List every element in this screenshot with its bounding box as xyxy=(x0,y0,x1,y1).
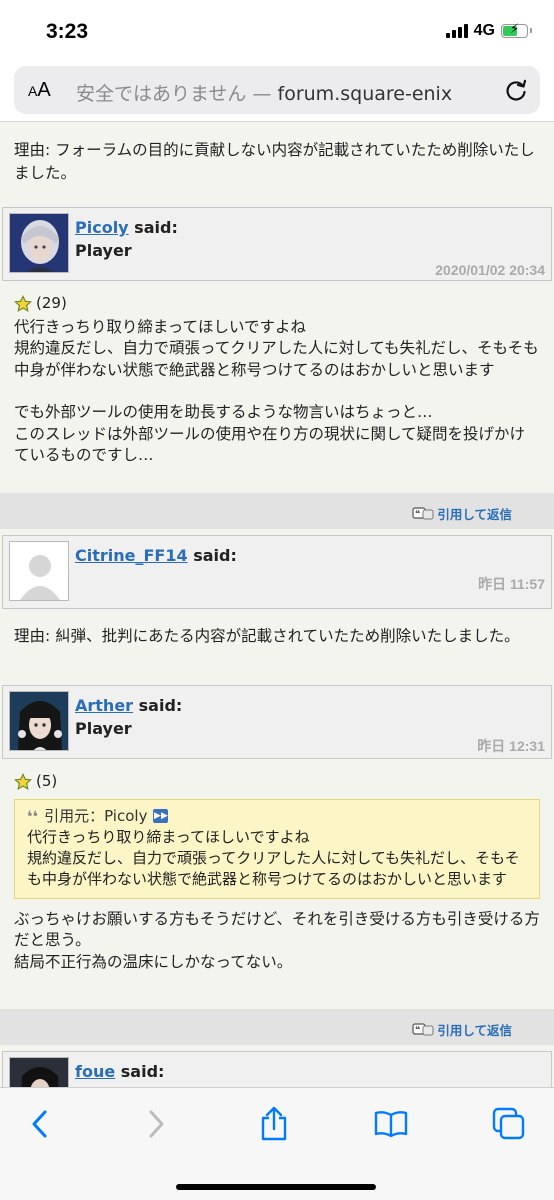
username-link[interactable]: foue xyxy=(75,1062,115,1081)
post-line: このスレッドは外部ツールの使用や在り方の現状に関して疑問を投げかけているものです… xyxy=(14,424,526,465)
star-icon xyxy=(14,772,32,790)
quote-box: ❛❛ 引用元：Picoly ▶▶ 代行きっちり取り締まってほしいですよね 規約違… xyxy=(14,798,540,899)
post-line: 規約違反だし、自力で頑張ってクリアした人に対しても失礼だし、そもそも中身が伴わな… xyxy=(14,339,539,379)
avatar[interactable] xyxy=(9,213,69,273)
share-button[interactable] xyxy=(254,1104,294,1144)
like-count[interactable]: (5) xyxy=(14,771,540,793)
svg-text:❝: ❝ xyxy=(415,509,420,519)
back-icon xyxy=(32,1110,47,1138)
username-link[interactable]: Picoly xyxy=(75,218,129,237)
svg-text:❝: ❝ xyxy=(415,1025,420,1035)
post-body: (5) ❛❛ 引用元：Picoly ▶▶ 代行きっちり取り締まってほしいですよね… xyxy=(0,759,554,1009)
quote-header: ❛❛ 引用元：Picoly ▶▶ xyxy=(27,806,527,827)
user-role: Player xyxy=(75,241,132,260)
bookmarks-button[interactable] xyxy=(371,1104,411,1144)
text-size-button[interactable]: AA xyxy=(28,79,51,102)
username-link[interactable]: Citrine_FF14 xyxy=(75,546,188,565)
avatar[interactable] xyxy=(9,691,69,751)
post-header-foue: foue said: xyxy=(2,1051,552,1087)
post-body: (29) 代行きっちり取り締まってほしいですよね 規約違反だし、自力で頑張ってク… xyxy=(0,281,554,493)
browser-address-area: AA 安全ではありません — forum.square-enix xyxy=(0,62,554,122)
username-link[interactable]: Arther xyxy=(75,696,133,715)
quote-reply-button[interactable]: ❝ 引用して返信 xyxy=(412,1020,512,1039)
status-bar: 3:23 4G ⚡ xyxy=(0,0,554,62)
reply-bar: ❝ 引用して返信 xyxy=(0,493,554,529)
home-indicator xyxy=(176,1184,376,1190)
username-line: Picoly said: xyxy=(75,218,178,237)
moderation-notice: 理由: フォーラムの目的に貢献しない内容が記載されていたため削除いたしました。 xyxy=(14,141,535,182)
quote-line: 代行きっちり取り締まってほしいですよね xyxy=(27,827,310,846)
url-text[interactable]: 安全ではありません — forum.square-enix xyxy=(76,79,500,106)
post-line xyxy=(14,381,540,402)
forward-button[interactable] xyxy=(136,1104,176,1144)
signal-icon xyxy=(445,24,468,38)
status-icons: 4G ⚡ xyxy=(445,22,532,40)
post-header-arther: Arther said: Player 昨日 12:31 xyxy=(2,685,552,759)
back-button[interactable] xyxy=(20,1104,60,1144)
post-date: 2020/01/02 20:34 xyxy=(435,262,545,278)
post-line: 代行きっちり取り締まってほしいですよね xyxy=(14,317,307,336)
forward-icon xyxy=(149,1110,164,1138)
user-role: Player xyxy=(75,719,132,738)
security-warning: 安全ではありません — xyxy=(76,83,278,105)
post-header-picoly: Picoly said: Player 2020/01/02 20:34 xyxy=(2,207,552,281)
username-line: Citrine_FF14 said: xyxy=(75,546,237,565)
quote-reply-button[interactable]: ❝ 引用して返信 xyxy=(412,504,512,523)
quote-mark-icon: ❛❛ xyxy=(27,806,39,826)
battery-icon: ⚡ xyxy=(501,22,532,38)
post-line: 結局不正行為の温床にしかなってない。 xyxy=(14,952,293,971)
view-original-icon[interactable]: ▶▶ xyxy=(153,809,169,823)
quote-reply-icon: ❝ xyxy=(412,506,434,519)
avatar[interactable] xyxy=(9,541,69,601)
post-line: ぶっちゃけお願いする方もそうだけど、それを引き受ける方も引き受ける方だと思う。 xyxy=(14,909,540,950)
avatar[interactable] xyxy=(9,1057,69,1087)
username-line: Arther said: xyxy=(75,696,183,715)
post-date: 昨日 11:57 xyxy=(478,576,545,592)
address-bar[interactable]: AA 安全ではありません — forum.square-enix xyxy=(14,66,540,114)
book-icon xyxy=(374,1111,408,1138)
moderation-notice: 理由: 糾弾、批判にあたる内容が記載されていたため削除いたしました。 xyxy=(14,627,520,645)
post-date: 昨日 12:31 xyxy=(477,738,545,754)
quote-source: 引用元：Picoly xyxy=(44,806,148,825)
like-count[interactable]: (29) xyxy=(14,293,540,315)
post-header-citrine: Citrine_FF14 said: 昨日 11:57 xyxy=(2,535,552,609)
star-icon xyxy=(14,294,32,312)
share-icon xyxy=(261,1106,287,1141)
quote-reply-icon: ❝ xyxy=(412,1022,434,1035)
url-domain: forum.square-enix xyxy=(277,83,453,105)
clock: 3:23 xyxy=(46,20,89,43)
post-line: でも外部ツールの使用を助長するような物言いはちょっと… xyxy=(14,403,433,421)
username-line: foue said: xyxy=(75,1062,165,1081)
reply-bar: ❝ 引用して返信 xyxy=(0,1009,554,1045)
network-label: 4G xyxy=(473,22,495,39)
tabs-icon xyxy=(492,1107,525,1140)
browser-toolbar xyxy=(0,1087,554,1200)
forum-thread: 理由: フォーラムの目的に貢献しない内容が記載されていたため削除いたしました。 … xyxy=(0,123,554,1087)
tabs-button[interactable] xyxy=(489,1104,529,1144)
quote-line: 規約違反だし、自力で頑張ってクリアした人に対しても失礼だし、そもそも中身が伴わな… xyxy=(27,848,520,888)
reload-icon[interactable] xyxy=(502,76,530,104)
